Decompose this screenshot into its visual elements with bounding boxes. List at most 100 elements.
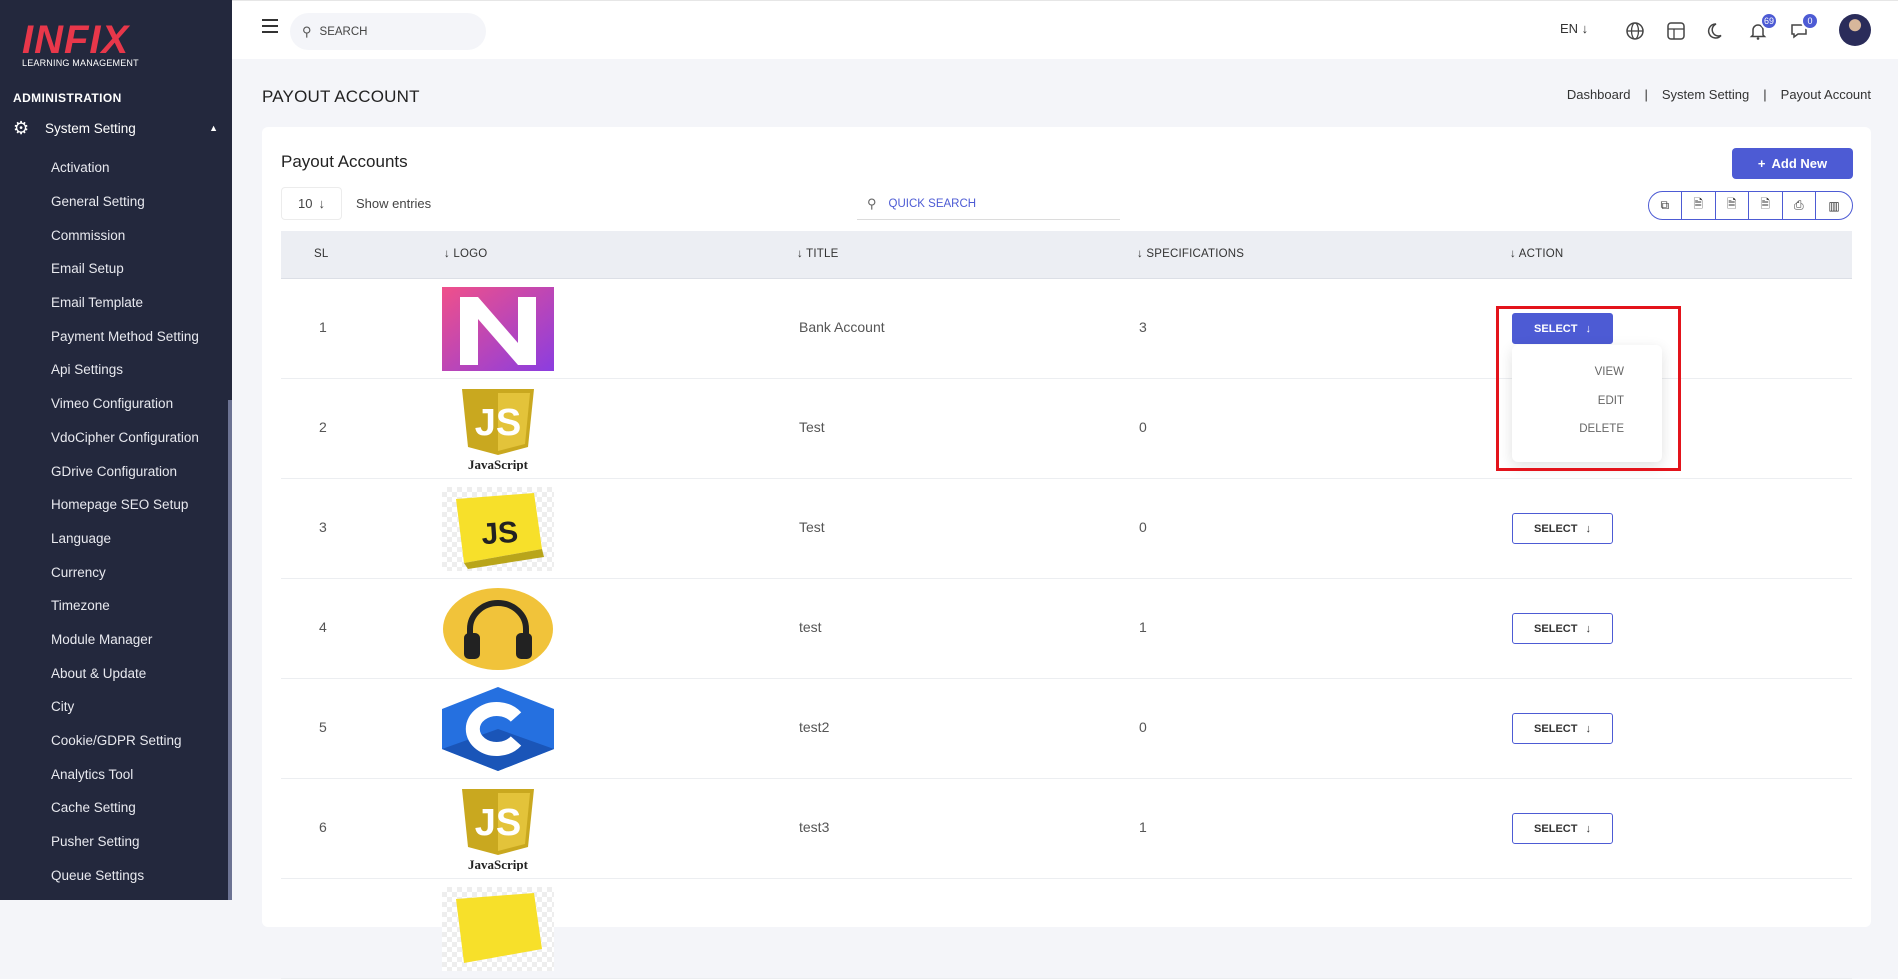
sidebar-section-label: ADMINISTRATION [13,91,122,105]
breadcrumb-separator: | [1763,87,1767,102]
row-sl: 2 [319,419,327,435]
sidebar-item-gdrive-configuration[interactable]: GDrive Configuration [51,454,199,488]
column-header-sl[interactable]: SL [314,248,328,260]
row-sl: 4 [319,619,327,635]
entries-label: Show entries [356,196,432,211]
sidebar-item-module-manager[interactable]: Module Manager [51,623,199,657]
sort-arrow-icon: ↓ [797,248,807,260]
csv-file-icon[interactable]: 🗎 [1716,192,1749,219]
sidebar-item-email-setup[interactable]: Email Setup [51,252,199,286]
row-title: Bank Account [799,319,885,335]
top-search[interactable]: ⚲ [290,13,486,50]
layout-icon[interactable] [1664,19,1688,43]
c-logo [442,687,554,771]
table-row: 6 JS JavaScript test3 1 SELECT ↓ [281,779,1852,879]
logo-tagline: LEARNING MANAGEMENT [22,58,139,68]
sidebar-item-vdocipher-configuration[interactable]: VdoCipher Configuration [51,421,199,455]
select-button[interactable]: SELECT ↓ [1512,513,1613,544]
row-specifications: 0 [1139,519,1147,535]
breadcrumb: Dashboard | System Setting | Payout Acco… [1567,87,1871,102]
column-header-logo-label: LOGO [453,248,488,260]
bell-icon[interactable]: 69 [1746,12,1778,43]
column-header-title[interactable]: ↓ TITLE [797,248,838,260]
sidebar-item-commission[interactable]: Commission [51,218,199,252]
pdf-file-icon[interactable]: 🗎 [1749,192,1783,219]
arrow-down-icon: ↓ [318,196,325,211]
breadcrumb-system-setting[interactable]: System Setting [1662,87,1749,102]
select-button[interactable]: SELECT ↓ [1512,713,1613,744]
sidebar-item-language[interactable]: Language [51,522,199,556]
quick-search[interactable]: ⚲ [857,189,1120,220]
row-sl: 5 [319,719,327,735]
arrow-down-icon: ↓ [1585,722,1591,735]
sidebar-item-analytics-tool[interactable]: Analytics Tool [51,757,199,791]
javascript-logo: JS JavaScript [442,387,554,471]
sidebar-item-cache-setting[interactable]: Cache Setting [51,791,199,825]
print-icon[interactable]: ⎙ [1783,192,1816,219]
table-row: 5 test2 0 SELECT ↓ [281,679,1852,779]
sidebar-item-email-template[interactable]: Email Template [51,286,199,320]
menu-toggle-icon[interactable] [262,19,278,33]
sidebar-item-payment-method-setting[interactable]: Payment Method Setting [51,319,199,353]
select-label: SELECT [1534,722,1578,735]
column-header-specifications-label: SPECIFICATIONS [1146,248,1245,260]
excel-file-icon[interactable]: 🗎 [1682,192,1716,219]
entries-value: 10 [298,196,313,211]
chat-icon[interactable]: 0 [1787,12,1819,43]
sidebar-item-vimeo-configuration[interactable]: Vimeo Configuration [51,387,199,421]
highlight-box [1496,306,1681,471]
row-sl: 3 [319,519,327,535]
js-3d-logo: JS [442,487,554,571]
svg-text:JS: JS [480,516,519,551]
sidebar-item-currency[interactable]: Currency [51,555,199,589]
sidebar-item-general-setting[interactable]: General Setting [51,185,199,219]
sidebar-item-system-setting[interactable]: ⚙ System Setting ▲ [13,116,218,140]
search-icon: ⚲ [302,23,312,39]
entries-select[interactable]: 10 ↓ [281,187,342,220]
globe-icon[interactable] [1623,19,1647,43]
user-avatar[interactable] [1839,14,1871,46]
entries-control: 10 ↓ Show entries [281,187,431,220]
row-title: test3 [799,819,830,835]
select-button[interactable]: SELECT ↓ [1512,813,1613,844]
add-new-button[interactable]: + Add New [1732,148,1853,179]
messages-badge: 0 [1801,12,1819,30]
dark-mode-icon[interactable] [1705,19,1729,43]
language-selector[interactable]: EN ↓ [1560,21,1588,36]
select-label: SELECT [1534,822,1578,835]
app-logo[interactable]: INFIX LEARNING MANAGEMENT [22,20,139,68]
sidebar-item-activation[interactable]: Activation [51,151,199,185]
gears-icon: ⚙ [13,117,30,138]
sidebar-item-pusher-setting[interactable]: Pusher Setting [51,825,199,859]
column-header-action-label: ACTION [1518,248,1564,260]
columns-icon[interactable]: ▥ [1816,192,1852,219]
sidebar: INFIX LEARNING MANAGEMENT ADMINISTRATION… [0,0,232,900]
sort-arrow-icon: ↓ [1137,248,1147,260]
breadcrumb-dashboard[interactable]: Dashboard [1567,87,1631,102]
export-buttons: ⧉ 🗎 🗎 🗎 ⎙ ▥ [1647,191,1853,220]
n-logo [442,287,554,371]
table-header: SL ↓ LOGO ↓ TITLE ↓ SPECIFICATIONS ↓ ACT… [281,231,1852,279]
select-button[interactable]: SELECT ↓ [1512,613,1613,644]
sidebar-parent-label: System Setting [45,120,136,136]
sidebar-scrollbar[interactable] [228,400,232,900]
row-sl: 6 [319,819,327,835]
column-header-logo[interactable]: ↓ LOGO [444,248,487,260]
sidebar-item-timezone[interactable]: Timezone [51,589,199,623]
headphones-logo [442,587,554,671]
copy-icon[interactable]: ⧉ [1649,192,1682,219]
column-header-action[interactable]: ↓ ACTION [1510,248,1563,260]
column-header-title-label: TITLE [806,248,839,260]
quick-search-input[interactable] [888,198,1089,210]
sidebar-item-city[interactable]: City [51,690,199,724]
card-title: Payout Accounts [281,152,408,171]
sidebar-item-homepage-seo-setup[interactable]: Homepage SEO Setup [51,488,199,522]
sidebar-item-cookie-gdpr-setting[interactable]: Cookie/GDPR Setting [51,724,199,758]
top-search-input[interactable] [319,25,470,38]
sidebar-item-about-update[interactable]: About & Update [51,656,199,690]
plus-icon: + [1757,156,1766,171]
sidebar-item-api-settings[interactable]: Api Settings [51,353,199,387]
sidebar-item-queue-settings[interactable]: Queue Settings [51,858,199,892]
notifications-badge: 69 [1760,12,1778,30]
column-header-specifications[interactable]: ↓ SPECIFICATIONS [1137,248,1244,260]
